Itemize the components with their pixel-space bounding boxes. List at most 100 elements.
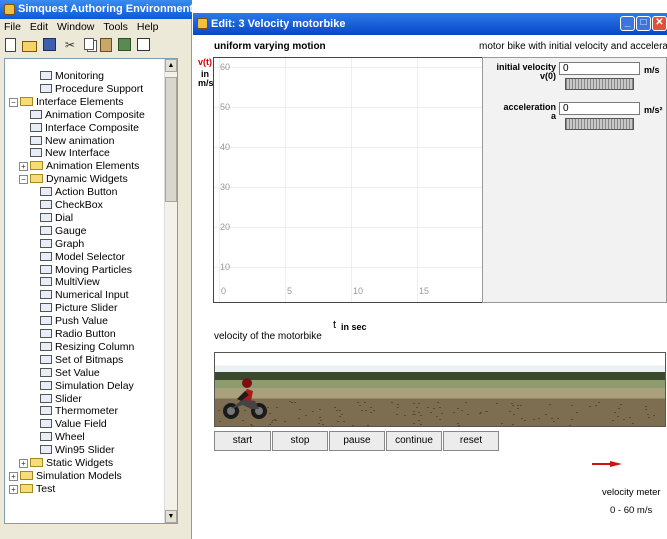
menu-file[interactable]: File	[4, 19, 21, 36]
continue-button[interactable]: continue	[386, 431, 442, 451]
menu-edit[interactable]: Edit	[30, 19, 48, 36]
widget-icon	[40, 251, 52, 261]
ground-texture	[395, 414, 398, 416]
scroll-thumb[interactable]	[165, 77, 177, 202]
ground-texture	[271, 421, 274, 423]
ground-texture	[588, 405, 591, 407]
parameter-panel: initial velocity v(0) 0 m/s acceleration…	[482, 57, 667, 303]
tree-item[interactable]: Push Value	[40, 315, 108, 328]
tree-scrollbar[interactable]: ▲ ▼	[164, 59, 177, 523]
tree-folder[interactable]: + Test	[9, 483, 55, 496]
ground-texture	[297, 418, 300, 420]
tree-item[interactable]: Radio Button	[40, 328, 116, 341]
expand-icon[interactable]: +	[19, 162, 28, 172]
velocity-meter-label: velocity meter	[602, 487, 661, 498]
tree-item[interactable]: New Interface	[30, 147, 110, 160]
ground-texture	[333, 407, 336, 409]
menu-window[interactable]: Window	[57, 19, 94, 36]
x-axis-symbol: t	[333, 319, 337, 331]
tree-item[interactable]: Gauge	[40, 225, 87, 238]
expand-icon[interactable]: +	[9, 484, 18, 494]
tree-folder[interactable]: + Animation Elements	[19, 160, 139, 173]
minimize-icon[interactable]: _	[620, 16, 635, 31]
ground-texture	[438, 419, 441, 421]
tree-item[interactable]: Slider	[40, 393, 82, 406]
folder-icon	[30, 161, 43, 171]
stop-button[interactable]: stop	[272, 431, 328, 451]
left-window-title: Simquest Authoring Environment	[18, 3, 192, 15]
new-file-icon[interactable]	[5, 38, 16, 52]
tree-item[interactable]: Dial	[40, 212, 73, 225]
close-icon[interactable]: ✕	[652, 16, 667, 31]
tree-item-label: Dynamic Widgets	[46, 173, 128, 186]
initial-velocity-slider[interactable]	[565, 78, 634, 90]
tree-item[interactable]: New animation	[30, 135, 114, 148]
ground-texture	[311, 411, 314, 413]
properties-icon[interactable]	[118, 38, 131, 51]
scroll-up-icon[interactable]: ▲	[165, 59, 177, 72]
tree-item[interactable]: Model Selector	[40, 251, 125, 264]
ground-texture	[294, 402, 297, 404]
menu-tools[interactable]: Tools	[103, 19, 128, 36]
tree-item[interactable]: Resizing Column	[40, 341, 134, 354]
ground-texture	[647, 416, 650, 418]
widget-icon	[30, 135, 42, 145]
y-axis-unit: in m/s	[198, 69, 214, 88]
cut-icon[interactable]: ✂	[62, 38, 78, 53]
copy-icon[interactable]	[84, 38, 94, 50]
tree-item-label: Set Value	[55, 366, 100, 379]
tree-item[interactable]: Thermometer	[40, 405, 118, 418]
expand-icon[interactable]: +	[9, 471, 18, 481]
tree-item-label: Action Button	[55, 186, 118, 199]
grid-line	[214, 267, 483, 268]
tree-item[interactable]: Value Field	[40, 418, 107, 431]
ground-texture	[373, 410, 376, 412]
acceleration-slider[interactable]	[565, 118, 634, 130]
tree-folder[interactable]: − Interface Elements	[9, 96, 124, 109]
tree-folder[interactable]: + Static Widgets	[19, 457, 113, 470]
pause-button[interactable]: pause	[329, 431, 385, 451]
tree-item[interactable]: Wheel	[40, 431, 85, 444]
tree-item[interactable]: Moving Particles	[40, 264, 132, 277]
ground-texture	[533, 419, 536, 421]
widget-icon	[40, 445, 52, 455]
tree-folder[interactable]: − Dynamic Widgets	[19, 173, 128, 186]
tree-item[interactable]: MultiView	[40, 276, 100, 289]
tree-item[interactable]: Action Button	[40, 186, 117, 199]
scroll-down-icon[interactable]: ▼	[165, 510, 177, 523]
window-icon[interactable]	[137, 38, 150, 51]
tree-item[interactable]: Simulation Delay	[40, 380, 134, 393]
edit-window-title-bar[interactable]: Edit: 3 Velocity motorbike _ □ ✕	[193, 13, 667, 35]
tree-item[interactable]: CheckBox	[40, 199, 103, 212]
velocity-graph[interactable]: 60 50 40 30 20 10 0 5 10 15	[213, 57, 484, 303]
tree-item[interactable]: Picture Slider	[40, 302, 117, 315]
tree-item[interactable]: Interface Composite	[30, 122, 139, 135]
tree-item[interactable]: Numerical Input	[40, 289, 129, 302]
collapse-icon[interactable]: −	[19, 175, 28, 185]
maximize-icon[interactable]: □	[636, 16, 651, 31]
expand-icon[interactable]: +	[19, 459, 28, 468]
menu-help[interactable]: Help	[137, 19, 159, 36]
ground-texture	[340, 413, 343, 415]
acceleration-input[interactable]: 0	[559, 102, 640, 115]
tree-item[interactable]: Set of Bitmaps	[40, 354, 123, 367]
initial-velocity-input[interactable]: 0	[559, 62, 640, 75]
tree-item[interactable]: Win95 Slider	[40, 444, 115, 457]
tree-item[interactable]: Animation Composite	[30, 109, 145, 122]
reset-button[interactable]: reset	[443, 431, 499, 451]
tree-folder[interactable]: + Simulation Models	[9, 470, 122, 483]
ground-texture	[652, 415, 655, 417]
collapse-icon[interactable]: −	[9, 97, 18, 107]
start-button[interactable]: start	[214, 431, 271, 451]
tree-item[interactable]: Procedure Support	[40, 83, 143, 96]
save-icon[interactable]	[43, 38, 56, 51]
tree-item[interactable]: Set Value	[40, 367, 100, 380]
y-tick-label: 10	[220, 262, 231, 272]
open-folder-icon[interactable]	[22, 41, 37, 52]
tree-item[interactable]: Graph	[40, 238, 84, 251]
left-window-title-bar[interactable]: Simquest Authoring Environment	[0, 0, 192, 19]
x-tick-label: 10	[353, 286, 364, 296]
tree-item[interactable]: Monitoring	[40, 70, 104, 83]
paste-icon[interactable]	[100, 38, 112, 52]
grid-line	[417, 58, 418, 302]
